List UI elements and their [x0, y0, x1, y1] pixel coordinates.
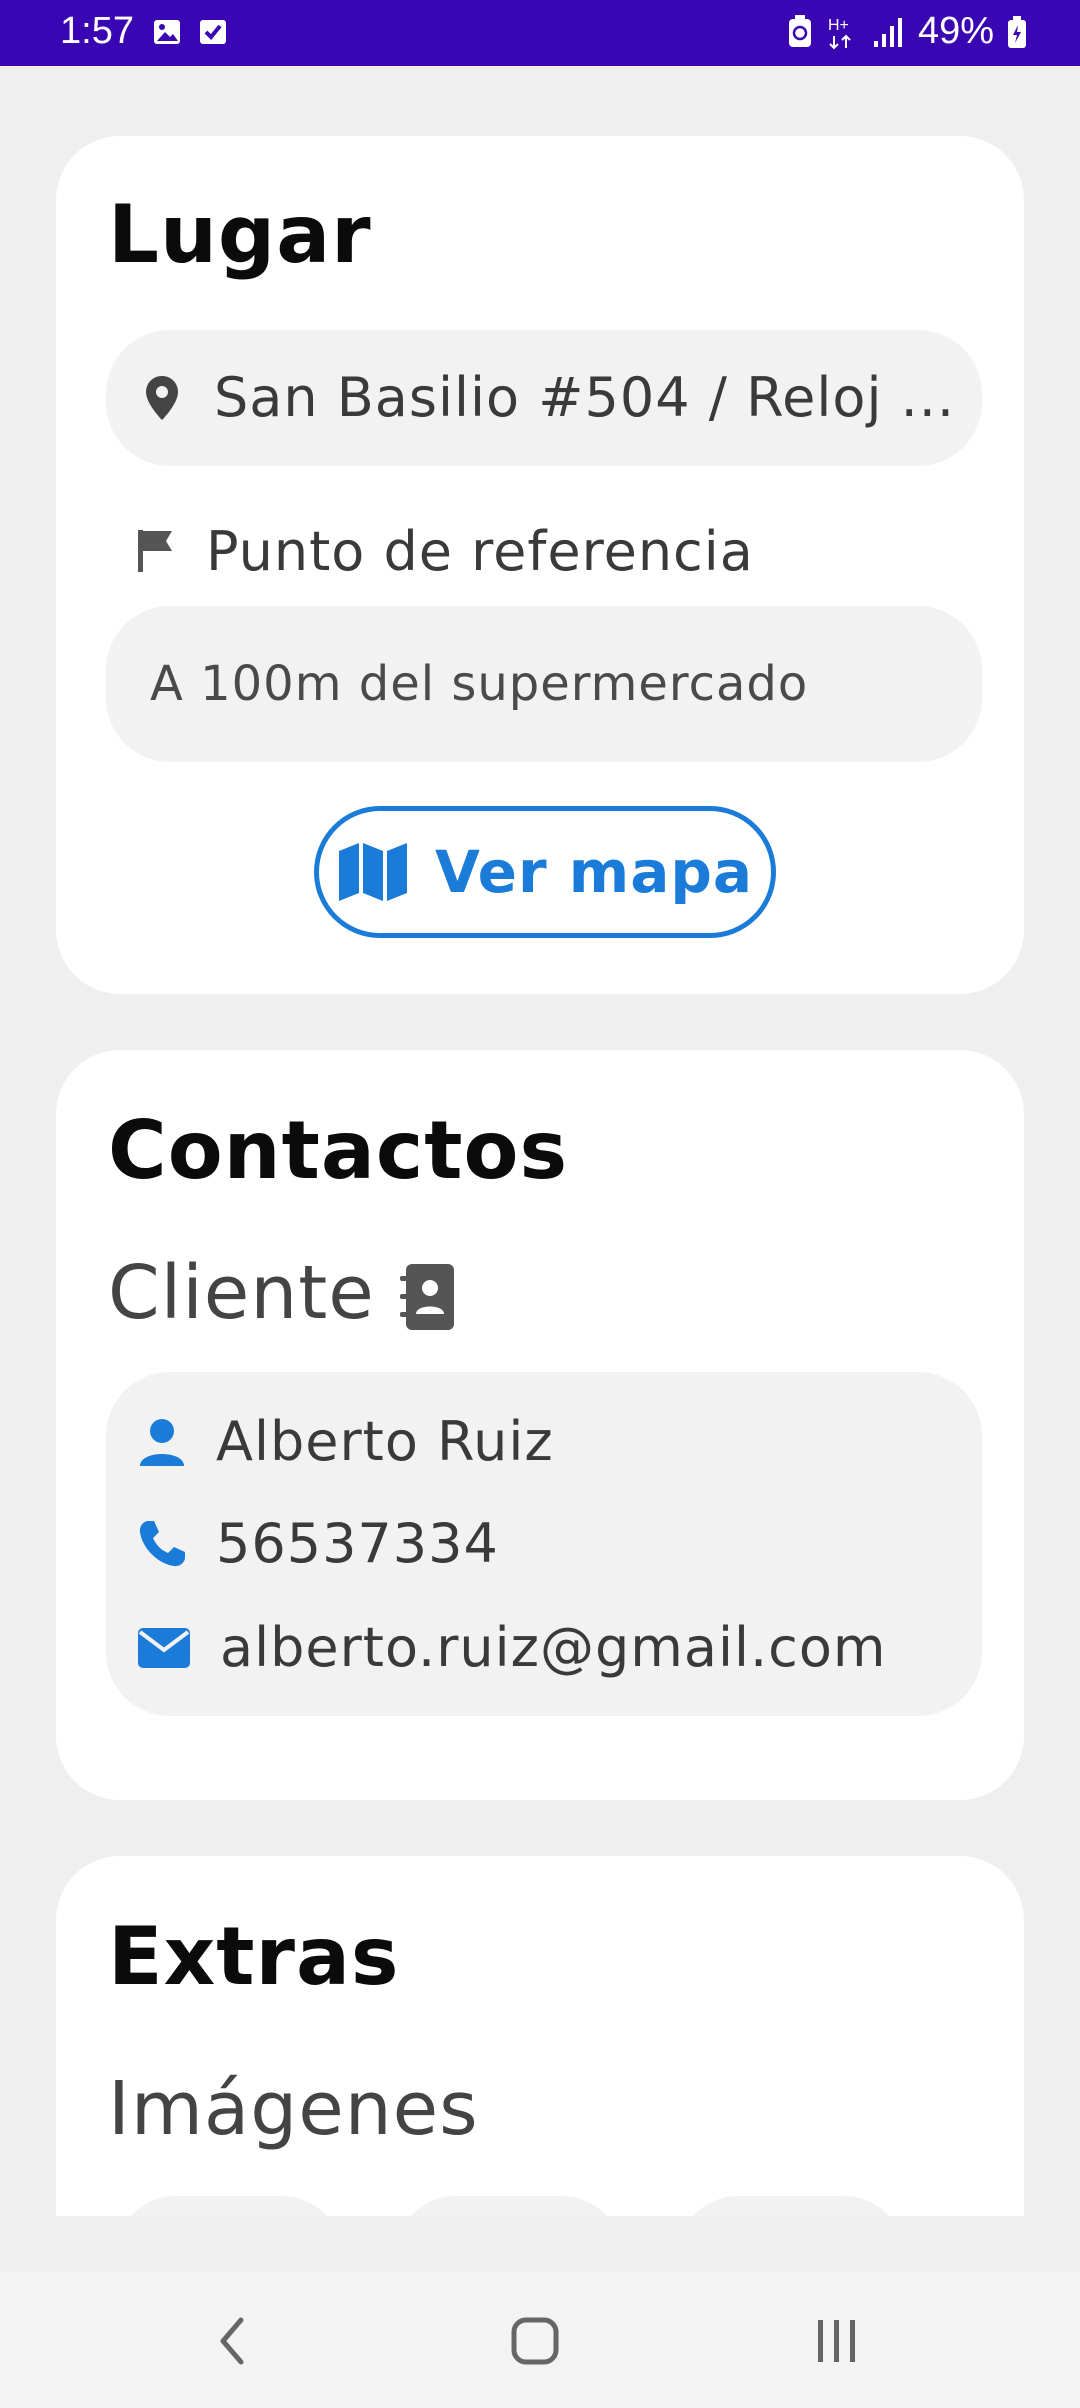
lugar-card: Lugar San Basilio #504 / Reloj ... Punto… — [56, 136, 1024, 994]
location-pin-icon — [146, 376, 178, 420]
network-type-label: H+ — [828, 17, 849, 34]
extras-card: Extras Imágenes — [56, 1856, 1024, 2216]
reference-input[interactable]: A 100m del supermercado — [106, 606, 982, 762]
battery-icon — [1008, 15, 1026, 48]
back-button[interactable] — [198, 2306, 268, 2376]
image-thumbnail[interactable] — [396, 2196, 622, 2216]
client-heading: Cliente — [108, 1250, 375, 1336]
client-email: alberto.ruiz@gmail.com — [220, 1616, 887, 1679]
gallery-icon — [154, 20, 180, 44]
client-name-row: Alberto Ruiz — [136, 1410, 554, 1473]
address-field[interactable]: San Basilio #504 / Reloj ... — [106, 330, 982, 466]
status-bar: 1:57 H+ 49% — [0, 0, 1080, 66]
back-icon — [220, 2317, 244, 2365]
recent-apps-button[interactable] — [802, 2306, 872, 2376]
client-phone: 56537334 — [216, 1512, 499, 1575]
images-heading: Imágenes — [108, 2066, 479, 2152]
phone-icon — [139, 1520, 185, 1566]
client-email-row[interactable]: alberto.ruiz@gmail.com — [136, 1616, 886, 1679]
reference-value: A 100m del supermercado — [150, 656, 809, 712]
contact-book-icon — [400, 1264, 454, 1330]
contactos-title: Contactos — [108, 1104, 569, 1197]
home-button[interactable] — [500, 2306, 570, 2376]
contactos-card: Contactos Cliente Alberto Ruiz 56537334 — [56, 1050, 1024, 1800]
view-map-button[interactable]: Ver mapa — [314, 806, 776, 938]
navigation-bar — [0, 2272, 1080, 2408]
recent-apps-icon — [818, 2320, 855, 2362]
extras-title: Extras — [108, 1910, 400, 2003]
signal-icon — [873, 17, 902, 47]
flag-icon — [138, 530, 172, 572]
email-icon — [138, 1627, 190, 1668]
person-icon — [140, 1418, 184, 1466]
status-time: 1:57 — [60, 10, 134, 52]
task-check-icon — [200, 20, 226, 44]
battery-saver-icon — [788, 14, 811, 47]
network-type-icon: H+ — [828, 17, 851, 49]
client-phone-row[interactable]: 56537334 — [136, 1512, 499, 1575]
image-thumbnail[interactable] — [116, 2196, 342, 2216]
client-contact-box: Alberto Ruiz 56537334 alberto.ruiz@gmail… — [106, 1372, 982, 1716]
view-map-label: Ver mapa — [434, 838, 754, 906]
map-icon — [338, 843, 407, 901]
status-right: H+ 49% — [786, 10, 1028, 53]
client-name: Alberto Ruiz — [216, 1410, 554, 1473]
reference-label: Punto de referencia — [206, 520, 754, 583]
image-thumbnail[interactable] — [678, 2196, 904, 2216]
home-icon — [511, 2317, 559, 2365]
battery-percent: 49% — [917, 10, 994, 52]
address-text: San Basilio #504 / Reloj ... — [214, 366, 956, 429]
lugar-title: Lugar — [108, 188, 372, 281]
